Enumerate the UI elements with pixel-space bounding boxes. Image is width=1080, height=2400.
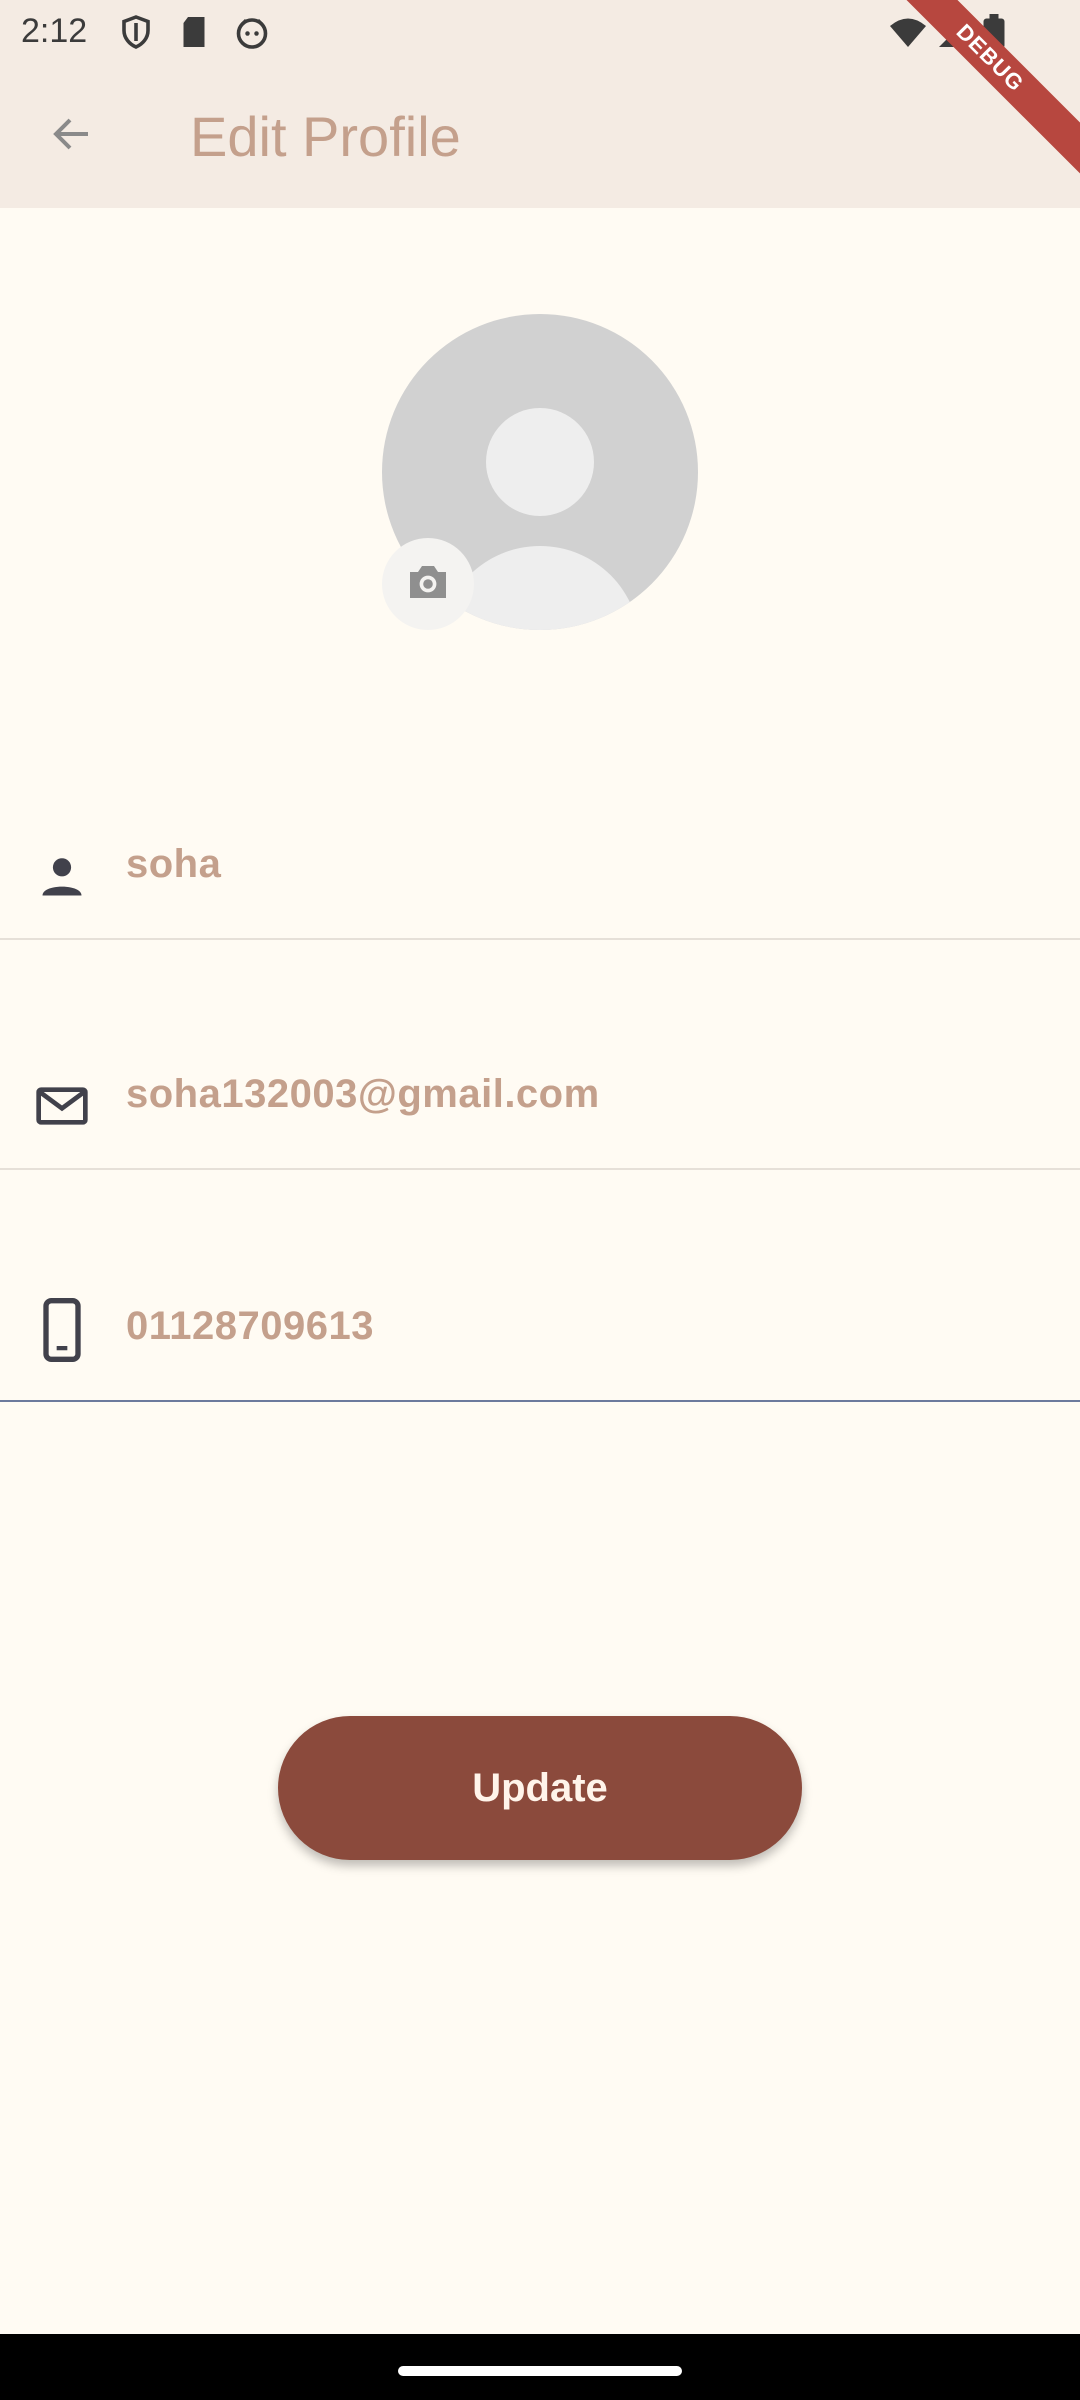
- android-face-icon: [234, 14, 270, 50]
- phone-underline: [0, 1400, 1080, 1402]
- smartphone-icon: [32, 1298, 92, 1362]
- profile-avatar[interactable]: [382, 314, 698, 630]
- sd-card-icon: [176, 14, 212, 50]
- update-button[interactable]: Update: [278, 1716, 802, 1860]
- system-nav-bar: [0, 2334, 1080, 2400]
- back-button[interactable]: [38, 102, 106, 170]
- phone-field[interactable]: 01128709613: [0, 1262, 1080, 1402]
- name-value: soha: [126, 842, 222, 886]
- avatar-head: [486, 408, 594, 516]
- change-photo-button[interactable]: [382, 538, 474, 630]
- name-underline: [0, 938, 1080, 940]
- mail-icon: [32, 1076, 92, 1136]
- email-field[interactable]: soha132003@gmail.com: [0, 1030, 1080, 1170]
- email-underline: [0, 1168, 1080, 1170]
- app-bar: Edit Profile: [0, 64, 1080, 208]
- page-title: Edit Profile: [190, 105, 461, 168]
- camera-icon: [404, 558, 452, 611]
- status-time: 2:12: [21, 12, 88, 50]
- wifi-icon: [888, 14, 926, 50]
- name-field[interactable]: soha: [0, 800, 1080, 940]
- phone-value: 01128709613: [126, 1304, 374, 1348]
- home-gesture-handle[interactable]: [398, 2366, 682, 2376]
- email-value: soha132003@gmail.com: [126, 1072, 600, 1116]
- arrow-back-icon: [48, 110, 96, 163]
- shield-icon: [118, 14, 154, 50]
- person-icon: [32, 846, 92, 906]
